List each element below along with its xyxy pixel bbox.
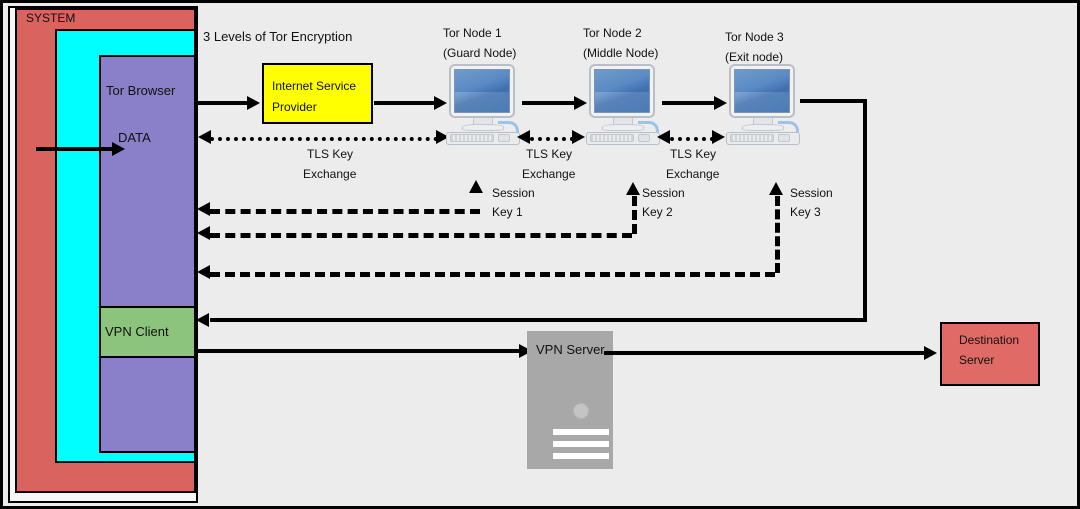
- vpn-server-power-icon: [573, 403, 589, 419]
- browser-to-isp-arrowhead: [247, 96, 260, 110]
- system-label: SYSTEM: [26, 11, 76, 25]
- tls-exchange-line-2: [530, 137, 574, 141]
- tor-node-2-subtitle: (Middle Node): [583, 46, 659, 60]
- tor-browser-label: Tor Browser: [106, 83, 176, 98]
- session-key-3-line: [210, 272, 775, 277]
- exit-to-vpn-client-line: [210, 318, 867, 322]
- tor3-exit-vertical-line: [863, 99, 867, 322]
- session-key-2-arrowhead: [197, 226, 210, 240]
- tls-exchange-1-line2: Exchange: [303, 167, 357, 181]
- session-key-1-up-arrowhead: [469, 180, 483, 193]
- isp-block: [262, 63, 373, 124]
- vpn-client-to-server-line: [197, 349, 521, 353]
- tor-node-3-computer-icon: [726, 64, 800, 145]
- vpn-server-to-destination-arrowhead: [924, 346, 937, 360]
- exit-to-vpn-client-arrowhead: [196, 313, 209, 327]
- tls-tor1-arrowhead: [517, 130, 530, 144]
- diagram-canvas: SYSTEM Tor Browser DATA VPN Client 3 Lev…: [0, 0, 1080, 509]
- tls-exchange-1-line1: TLS Key: [307, 147, 354, 161]
- session-key-3-arrowhead: [197, 265, 210, 279]
- tor1-to-tor2-line: [522, 101, 576, 105]
- tls-exchange-3-line1: TLS Key: [670, 147, 717, 161]
- destination-server-line2: Server: [959, 353, 995, 367]
- tor-node-2-computer-icon: [586, 64, 660, 145]
- data-inbound-line: [36, 147, 114, 151]
- session-key-2-line2: Key 2: [642, 205, 673, 219]
- session-key-1-line1: Session: [492, 186, 535, 200]
- vpn-client-label: VPN Client: [105, 324, 169, 339]
- session-key-1-line: [210, 209, 480, 214]
- tls-tor3-arrowhead: [712, 130, 725, 144]
- tor-browser-block: [99, 55, 196, 453]
- tor-node-3-subtitle: (Exit node): [725, 50, 784, 64]
- tor3-exit-horizontal-line: [800, 99, 867, 103]
- data-inbound-arrowhead: [112, 142, 125, 156]
- encryption-levels-label: 3 Levels of Tor Encryption: [203, 29, 353, 44]
- tor-node-2-title: Tor Node 2: [583, 26, 642, 40]
- session-key-3-up-arrowhead: [769, 182, 783, 195]
- isp-label-line1: Internet Service: [272, 79, 357, 93]
- vpn-server-label: VPN Server: [536, 342, 605, 357]
- tor-node-1-computer-icon: [446, 64, 520, 145]
- tor-node-3-title: Tor Node 3: [725, 30, 784, 44]
- isp-to-tor1-line: [374, 101, 436, 105]
- session-key-2-up-arrowhead: [626, 182, 640, 195]
- session-key-3-line2: Key 3: [790, 205, 821, 219]
- vpn-server-slot-1: [553, 429, 609, 435]
- session-key-2-line1: Session: [642, 186, 685, 200]
- session-key-3-line1: Session: [790, 186, 833, 200]
- vpn-server-to-destination-line: [604, 351, 926, 355]
- session-key-1-arrowhead: [197, 202, 210, 216]
- tls-exchange-line-1: [210, 137, 438, 141]
- session-key-2-line: [210, 233, 632, 238]
- tor-node-1-title: Tor Node 1: [443, 26, 502, 40]
- session-key-1-line2: Key 1: [492, 205, 523, 219]
- tor2-to-tor3-line: [662, 101, 716, 105]
- tls-exchange-2-line1: TLS Key: [526, 147, 573, 161]
- destination-server-line1: Destination: [959, 333, 1020, 347]
- tls-exchange-3-line2: Exchange: [666, 167, 720, 181]
- tls-exchange-2-line2: Exchange: [522, 167, 576, 181]
- tor-node-1-subtitle: (Guard Node): [443, 46, 517, 60]
- vpn-server-slot-3: [553, 453, 609, 459]
- tls-exchange-line-3: [670, 137, 714, 141]
- isp-label-line2: Provider: [272, 100, 317, 114]
- tls-tor2-arrowhead: [572, 130, 585, 144]
- session-key-3-riser: [775, 196, 780, 273]
- session-key-2-riser: [632, 196, 637, 234]
- browser-to-isp-line: [197, 101, 249, 105]
- tls-tor2b-arrowhead: [657, 130, 670, 144]
- vpn-server-slot-2: [553, 441, 609, 447]
